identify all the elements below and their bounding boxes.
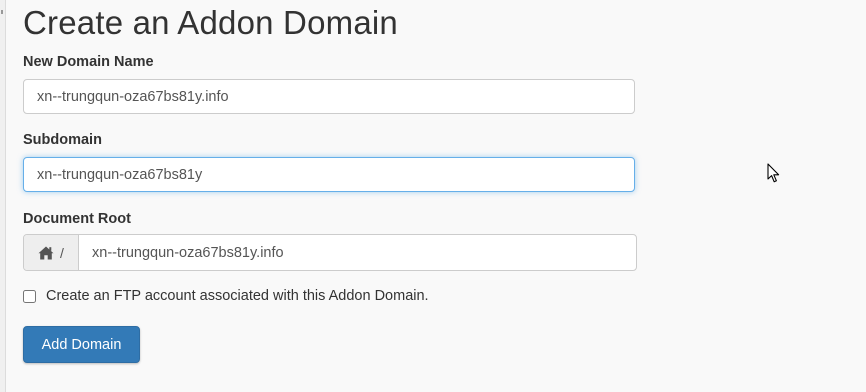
- page: Create an Addon Domain New Domain Name S…: [0, 0, 866, 392]
- mouse-cursor-icon: [767, 163, 781, 189]
- document-root-input[interactable]: [79, 235, 636, 270]
- edge-marker: [1, 10, 3, 14]
- ftp-account-option: Create an FTP account associated with th…: [23, 288, 429, 304]
- document-root-prefix-slash: /: [60, 244, 64, 261]
- subdomain-label: Subdomain: [23, 132, 102, 148]
- ftp-account-checkbox[interactable]: [23, 289, 36, 303]
- ftp-account-label[interactable]: Create an FTP account associated with th…: [46, 288, 429, 304]
- home-icon: [38, 246, 54, 260]
- page-title: Create an Addon Domain: [23, 4, 398, 41]
- document-root-label: Document Root: [23, 211, 131, 227]
- document-root-prefix: /: [24, 235, 79, 270]
- new-domain-label: New Domain Name: [23, 54, 154, 70]
- add-domain-button[interactable]: Add Domain: [23, 326, 140, 363]
- subdomain-input[interactable]: [23, 157, 635, 192]
- new-domain-input[interactable]: [23, 79, 635, 114]
- document-root-input-group: /: [23, 234, 637, 271]
- left-edge-divider: [0, 0, 6, 392]
